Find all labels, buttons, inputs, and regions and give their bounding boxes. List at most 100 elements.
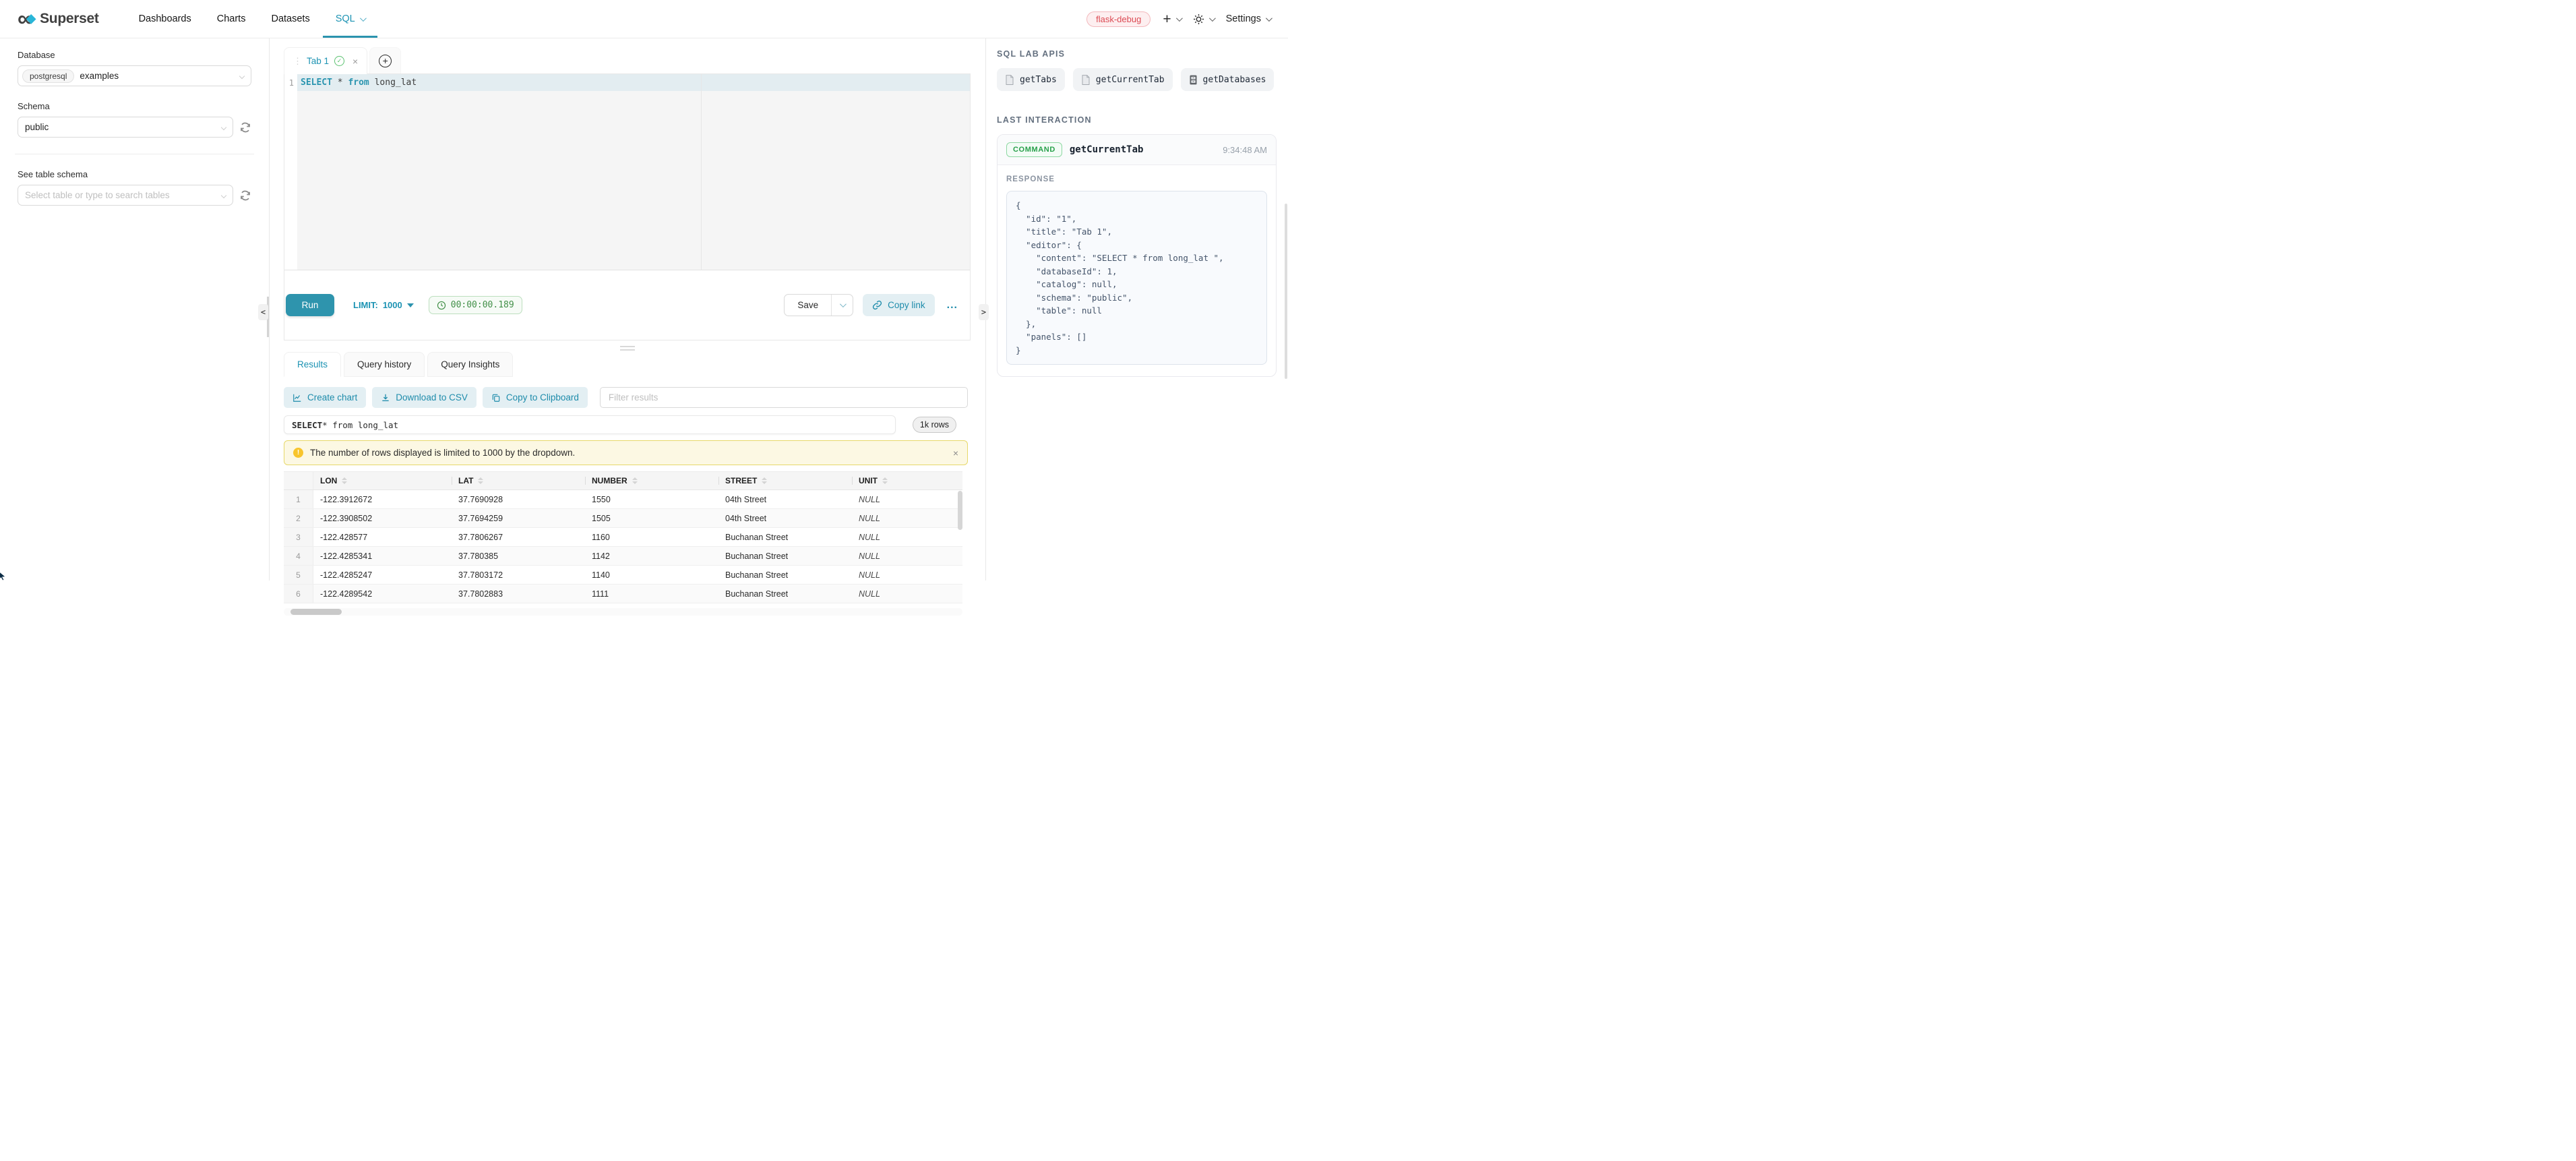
tab-query-insights[interactable]: Query Insights [427,352,513,377]
close-alert-icon[interactable]: × [953,448,958,458]
table-row[interactable]: 2-122.390850237.7694259150504th StreetNU… [284,509,962,528]
sort-icon[interactable] [342,477,347,484]
table-cell: NULL [852,566,958,584]
database-label: Database [18,50,251,60]
row-count-badge: 1k rows [913,417,956,433]
nav-item-charts[interactable]: Charts [204,0,259,38]
row-index: 4 [284,547,313,565]
interaction-card-header: COMMAND getCurrentTab 9:34:48 AM [998,135,1276,165]
column-header-lat[interactable]: LAT [452,472,585,489]
table-cell: 37.7806267 [452,528,585,546]
theme-toggle-button[interactable] [1193,13,1214,25]
index-header-cell [284,472,313,489]
last-interaction-title: LAST INTERACTION [997,115,1277,125]
table-row[interactable]: 6-122.428954237.78028831111Buchanan Stre… [284,585,962,603]
run-button[interactable]: Run [286,294,334,316]
copy-link-button[interactable]: Copy link [863,294,935,316]
table-vertical-scrollbar[interactable] [958,491,962,565]
api-button-getDatabases[interactable]: getDatabases [1181,68,1275,91]
column-header-unit[interactable]: UNIT [852,472,958,489]
check-circle-icon: ✓ [334,56,344,66]
table-row[interactable]: 3-122.42857737.78062671160Buchanan Stree… [284,528,962,547]
table-cell: Buchanan Street [718,585,852,603]
close-tab-icon[interactable]: × [352,56,358,67]
tab-results[interactable]: Results [284,352,341,377]
plus-circle-icon: + [379,55,392,67]
limit-dropdown[interactable]: LIMIT: 1000 [353,300,414,310]
nav-item-dashboards[interactable]: Dashboards [126,0,204,38]
collapse-sidebar-button[interactable]: < [258,304,268,320]
collapse-right-panel-button[interactable]: > [979,304,989,320]
refresh-tables-icon[interactable] [239,189,251,202]
query-timer: 00:00:00.189 [429,296,522,314]
table-cell: NULL [852,585,958,603]
editor-tab-1[interactable]: ⋮ Tab 1 ✓ × [284,47,367,74]
table-select[interactable]: Select table or type to search tables [18,185,233,206]
row-limit-alert: ! The number of rows displayed is limite… [284,440,968,465]
table-row[interactable]: 4-122.428534137.7803851142Buchanan Stree… [284,547,962,566]
api-button-getTabs[interactable]: getTabs [997,68,1065,91]
table-horizontal-scrollbar[interactable] [284,608,962,616]
nav-menu: Dashboards Charts Datasets SQL [126,0,377,38]
sort-icon[interactable] [632,477,638,484]
row-index: 5 [284,566,313,584]
sqllab-main-panel: ⋮ Tab 1 ✓ × + 1 SELECT * from long_lat R… [270,38,985,580]
response-json: { "id": "1", "title": "Tab 1", "editor":… [1016,199,1258,357]
refresh-schemas-icon[interactable] [239,121,251,133]
sort-icon[interactable] [882,477,888,484]
results-table: LONLATNUMBERSTREETUNIT 1-122.391267237.7… [284,471,962,603]
column-header-lon[interactable]: LON [313,472,452,489]
database-select[interactable]: postgresql examples [18,65,251,86]
table-row[interactable]: 1-122.391267237.7690928155004th StreetNU… [284,490,962,509]
settings-menu[interactable]: Settings [1226,13,1270,24]
panel-resize-handle[interactable] [620,346,635,353]
document-icon [1005,75,1014,85]
sql-editor[interactable]: 1 SELECT * from long_lat [284,74,970,270]
schema-select[interactable]: public [18,117,233,138]
sun-icon [1193,13,1204,25]
more-actions-button[interactable]: ... [944,299,960,311]
sort-icon[interactable] [762,477,767,484]
table-cell: 1550 [585,490,718,508]
database-select-value: examples [80,71,119,81]
query-preview-row: SELECT * from long_lat 1k rows [284,415,956,434]
api-button-getCurrentTab[interactable]: getCurrentTab [1073,68,1173,91]
filter-results-input[interactable] [600,387,968,408]
table-cell: Buchanan Street [718,547,852,565]
table-cell: 04th Street [718,490,852,508]
column-header-street[interactable]: STREET [718,472,852,489]
drag-handle-icon[interactable]: ⋮ [293,56,301,67]
new-item-button[interactable]: + [1163,12,1180,26]
table-cell: -122.4285247 [313,566,452,584]
chevron-down-icon [1266,15,1272,22]
results-tabbar: Results Query history Query Insights [284,352,513,377]
download-csv-button[interactable]: Download to CSV [372,387,477,408]
link-icon [872,300,882,310]
right-panel-scrollbar[interactable] [1285,204,1287,379]
nav-item-sql[interactable]: SQL [323,0,377,38]
create-chart-button[interactable]: Create chart [284,387,366,408]
table-cell: 1160 [585,528,718,546]
table-cell: -122.4289542 [313,585,452,603]
row-index: 3 [284,528,313,546]
print-margin-line [701,74,702,270]
table-row[interactable]: 5-122.428524737.78031721140Buchanan Stre… [284,566,962,585]
copy-clipboard-button[interactable]: Copy to Clipboard [483,387,588,408]
command-name: getCurrentTab [1070,144,1144,155]
brand-name: Superset [40,11,98,27]
tab-query-history[interactable]: Query history [344,352,425,377]
chevron-down-icon [221,192,226,198]
table-cell: Buchanan Street [718,528,852,546]
column-header-number[interactable]: NUMBER [585,472,718,489]
executed-sql-preview[interactable]: SELECT * from long_lat [284,415,896,434]
sort-icon[interactable] [478,477,483,484]
nav-item-datasets[interactable]: Datasets [258,0,322,38]
schema-select-value: public [22,122,49,132]
save-options-button[interactable] [832,295,853,316]
add-tab-button[interactable]: + [369,47,401,74]
save-button[interactable]: Save [785,295,832,316]
response-label: RESPONSE [1006,175,1267,183]
line-number: 1 [284,74,297,91]
superset-logo[interactable]: ∞◆ Superset [18,0,99,38]
last-interaction-card: COMMAND getCurrentTab 9:34:48 AM RESPONS… [997,134,1277,377]
